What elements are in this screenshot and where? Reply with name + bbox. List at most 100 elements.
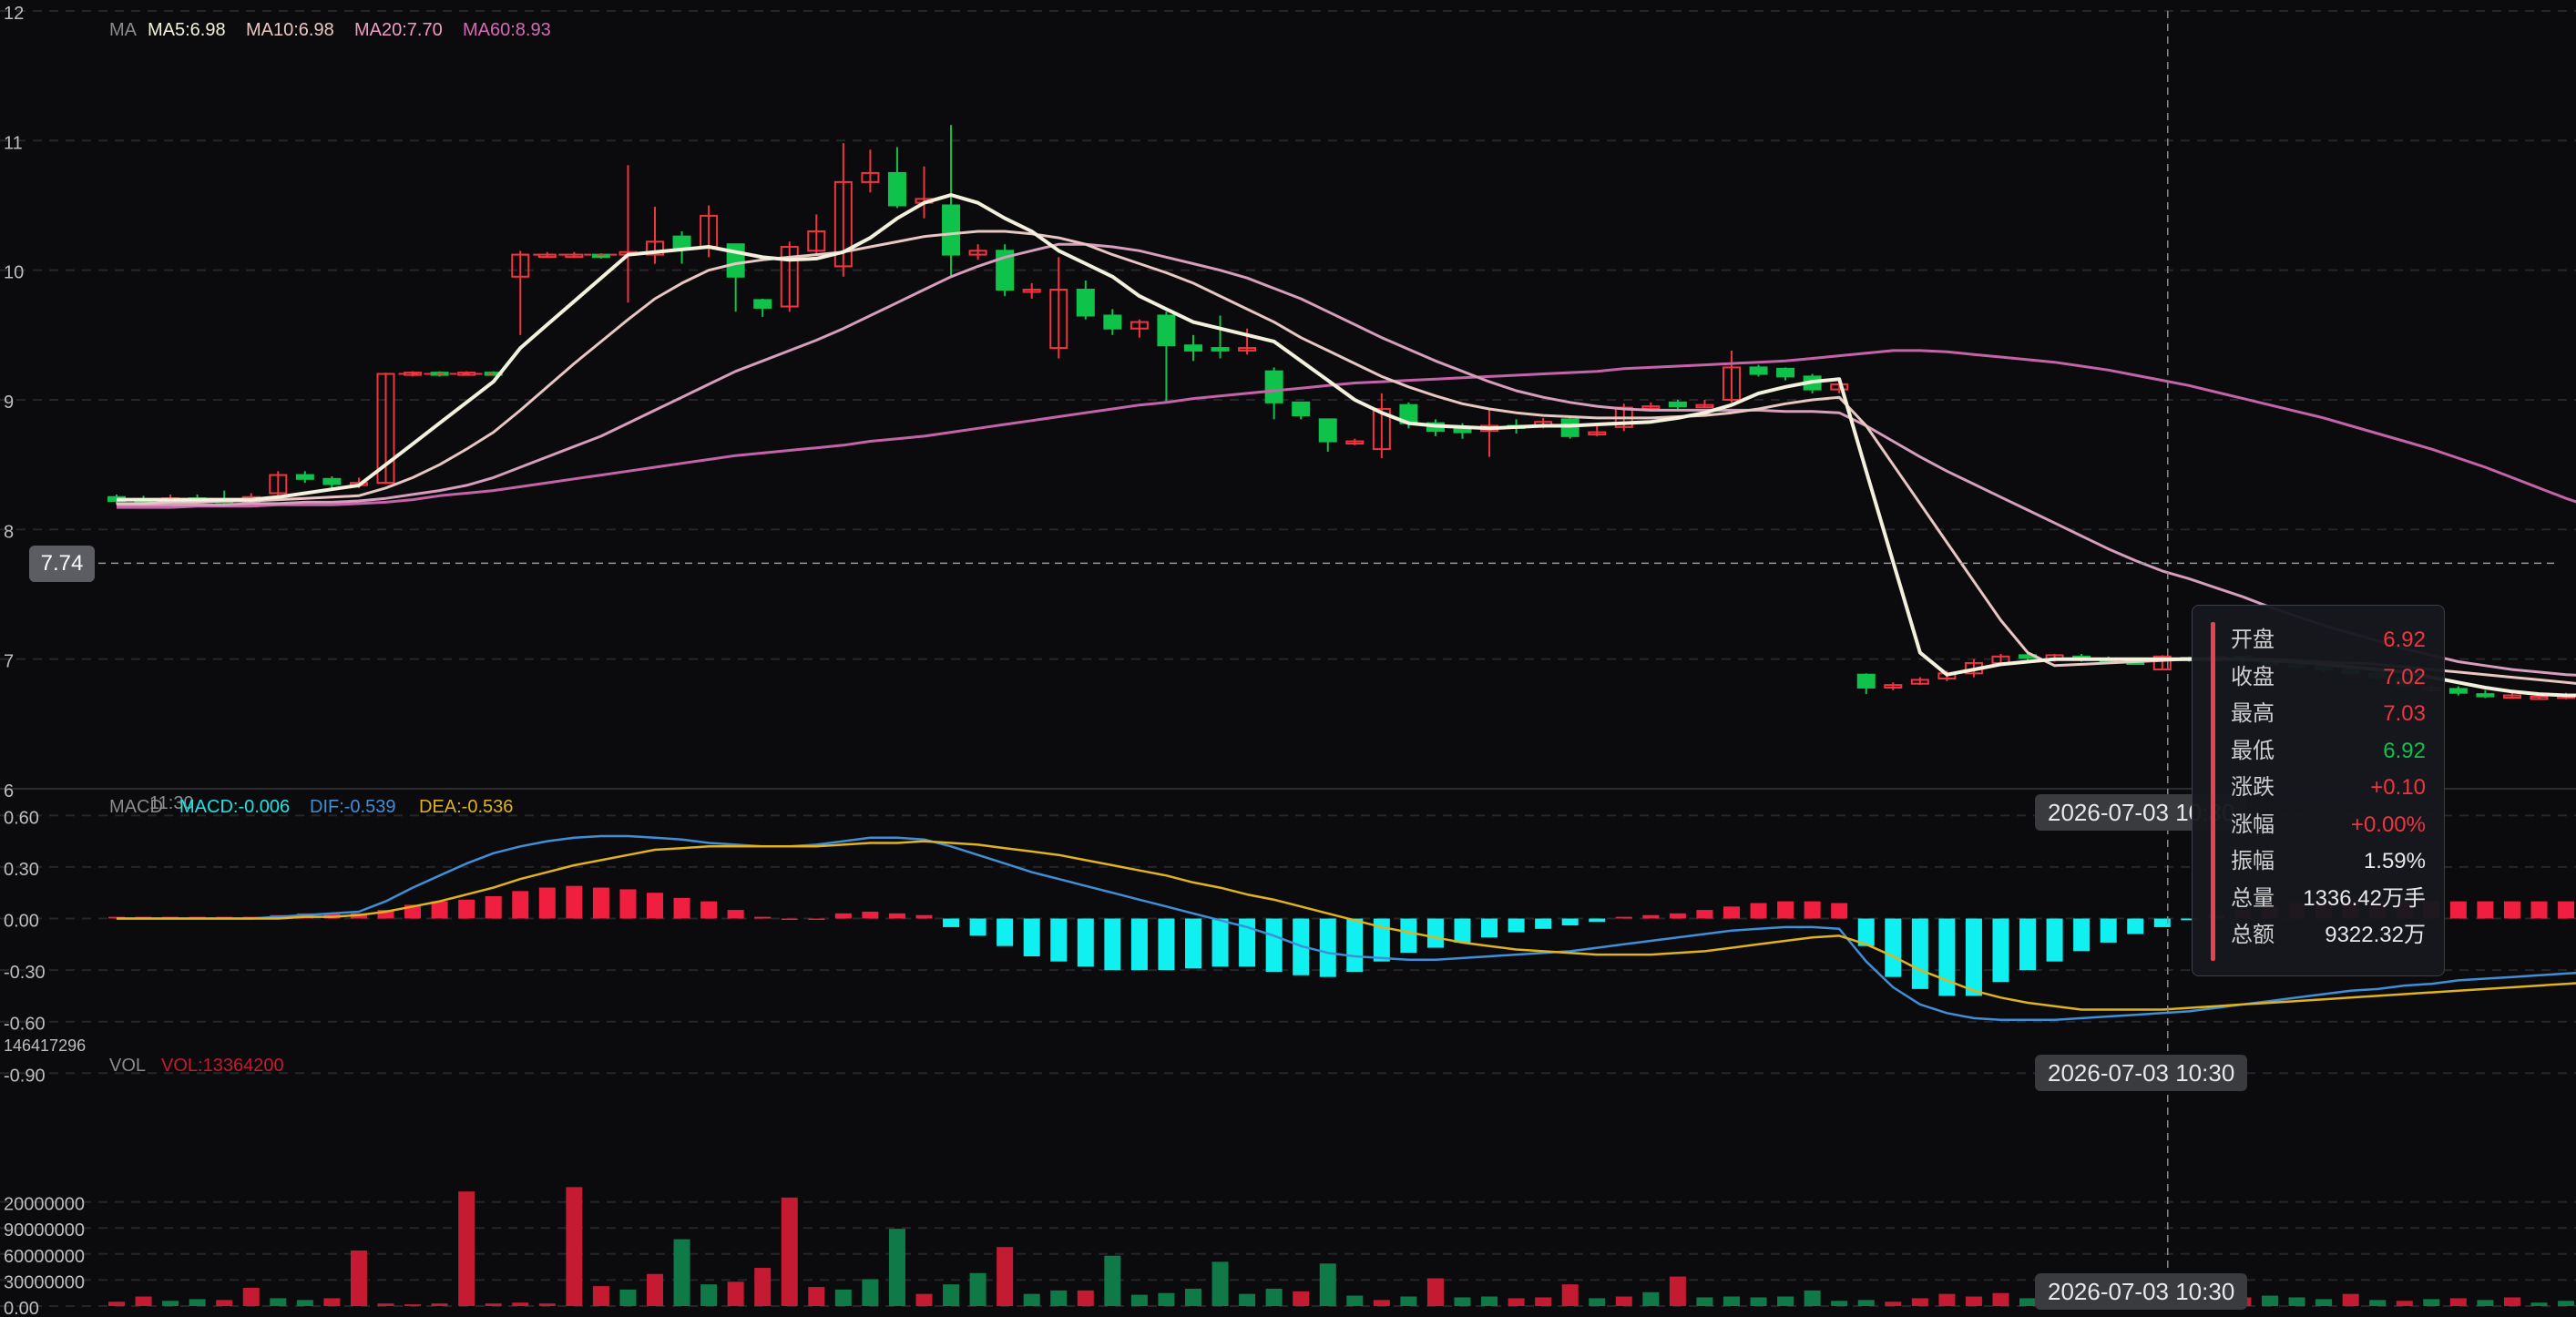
candle [861, 149, 880, 193]
volume-bar [431, 1303, 448, 1306]
volume-bar [2342, 1293, 2359, 1306]
volume-bar [834, 1289, 852, 1306]
candle [1641, 402, 1661, 410]
volume-bar [485, 1303, 502, 1306]
volume-bar [1400, 1296, 1417, 1306]
volume-bar [1185, 1288, 1201, 1306]
volume-bar [1481, 1296, 1498, 1306]
macd-histogram-bar [1992, 918, 2009, 983]
volume-bar [997, 1247, 1014, 1306]
tooltip-value: +0.00% [2350, 812, 2426, 837]
candle [887, 147, 906, 209]
crosshair-time-label-macd: 2026-07-03 10:30 [2035, 1055, 2248, 1091]
volume-bar [404, 1304, 422, 1306]
macd-histogram-bar [1185, 918, 1201, 969]
crosshair-time-label-volume: 2026-07-03 10:30 [2035, 1273, 2248, 1310]
volume-bar [162, 1301, 179, 1306]
ma-legend-item: MA [109, 20, 138, 40]
macd-histogram-bar [1481, 918, 1498, 938]
volume-bar [2477, 1300, 2494, 1306]
volume-bar [592, 1286, 609, 1306]
macd-histogram-bar [673, 897, 690, 919]
candle-body [1211, 347, 1230, 352]
macd-histogram-bar [2558, 901, 2575, 919]
volume-bar [673, 1239, 690, 1306]
volume-bar [2262, 1295, 2278, 1306]
macd-histogram-bar [538, 887, 556, 919]
macd-histogram-bar [2100, 918, 2117, 943]
candle [1776, 367, 1795, 381]
candle-body [1103, 314, 1122, 330]
volume-bar [1589, 1298, 1606, 1306]
candle [1372, 393, 1391, 459]
candle-body [322, 477, 342, 485]
candle [780, 241, 799, 312]
volume-bar [189, 1299, 206, 1306]
volume-bar [2423, 1299, 2440, 1306]
crosshair-price-label: 7.74 [29, 546, 95, 582]
candle-body [1749, 366, 1768, 375]
macd-tick-label: 0.60 [4, 808, 39, 828]
macd-histogram-bar [1211, 918, 1229, 967]
candle [996, 244, 1015, 297]
volume-bar [1535, 1297, 1552, 1306]
macd-histogram-bar [2530, 901, 2548, 919]
price-tick-label: 7 [4, 652, 14, 672]
macd-histogram-bar [1938, 918, 1956, 996]
volume-bar [1938, 1293, 1956, 1306]
macd-histogram-bar [888, 913, 905, 919]
volume-bar [1346, 1295, 1364, 1306]
candle [1318, 418, 1337, 452]
macd-histogram-bar [1023, 918, 1040, 957]
candle [1910, 677, 1929, 686]
macd-histogram-bar [754, 916, 772, 919]
volume-bar [2449, 1298, 2467, 1306]
candle-body [2448, 688, 2468, 694]
volume-bar [862, 1279, 879, 1306]
macd-tick-label: 0.30 [4, 860, 39, 880]
volume-bar [754, 1268, 772, 1306]
candle [833, 143, 853, 277]
macd-legend-item: DIF:-0.539 [310, 797, 395, 817]
volume-bar [2503, 1297, 2520, 1306]
candle [2476, 689, 2495, 699]
volume-bar [1211, 1261, 1229, 1306]
tooltip-value: 7.03 [2383, 701, 2426, 726]
macd-tick-label: -0.60 [4, 1015, 46, 1035]
candle [1480, 410, 1499, 457]
volume-bar [270, 1298, 287, 1306]
macd-histogram-bar [1426, 918, 1444, 948]
tooltip-value: 6.92 [2383, 738, 2426, 763]
volume-bar [350, 1250, 367, 1306]
volume-bar [1561, 1284, 1579, 1306]
candle [1076, 281, 1095, 320]
volume-bar [1373, 1300, 1390, 1306]
stock-chart[interactable]: 6 7 8 9 10 11 12 0.60 0.30 0.00 -0.30 -0.60 -0.90 0.0… [0, 0, 2576, 1317]
volume-bar [242, 1287, 260, 1306]
macd-histogram-bar [1669, 913, 1686, 919]
tooltip-key: 开盘 [2231, 628, 2274, 652]
macd-histogram-bar [1265, 918, 1283, 972]
ma-legend-item: MA20:7.70 [354, 20, 443, 40]
volume-bar [1130, 1294, 1148, 1306]
y-axis-labels: 6 7 8 9 10 11 12 0.60 0.30 0.00 -0.30 -0.60 -0.90 0.0… [4, 4, 86, 1317]
price-tick-label: 10 [4, 263, 24, 283]
tooltip-value: +0.10 [2370, 775, 2426, 800]
volume-bar [1642, 1291, 1660, 1306]
price-tick-label: 8 [4, 522, 14, 542]
candle [1292, 401, 1311, 420]
volume-bar [1104, 1255, 1121, 1306]
macd-histogram-bar [915, 914, 933, 919]
candle [269, 471, 288, 496]
macd-histogram-bar [1077, 918, 1094, 967]
candle [295, 471, 314, 484]
volume-bar [1885, 1302, 1902, 1306]
macd-histogram-bar [1777, 901, 1794, 919]
macd-histogram-bar [781, 918, 798, 921]
candle-body [2476, 693, 2495, 698]
volume-bar [1454, 1297, 1471, 1306]
volume-tick-label: 60000000 [4, 1247, 85, 1267]
macd-histogram-bar [997, 918, 1014, 946]
candle [1345, 438, 1365, 445]
macd-histogram-bar [943, 918, 960, 927]
